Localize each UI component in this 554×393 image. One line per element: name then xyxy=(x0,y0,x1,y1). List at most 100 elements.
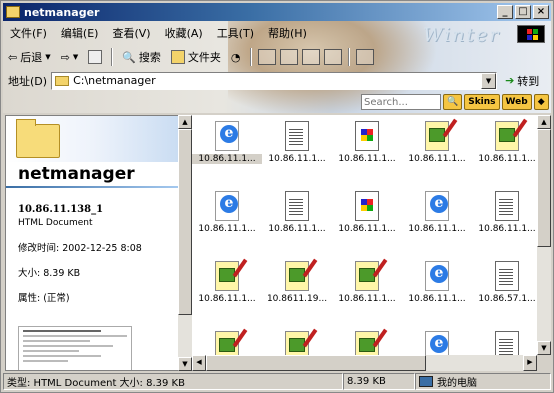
ie-html-icon xyxy=(215,191,239,221)
web-view-panel: netmanager 10.86.11.138_1 HTML Document … xyxy=(5,115,179,371)
file-item[interactable]: 10.86.11.1... xyxy=(192,257,262,315)
menu-file[interactable]: 文件(F) xyxy=(3,25,54,41)
file-item[interactable] xyxy=(472,327,537,355)
file-item[interactable]: 10.86.11.1... xyxy=(262,187,332,245)
forward-arrow-icon: ⇨ xyxy=(60,50,70,64)
scroll-left-button[interactable]: ◀ xyxy=(192,355,206,371)
menu-favorites[interactable]: 收藏(A) xyxy=(158,25,210,41)
file-item-label: 10.86.11.1... xyxy=(478,224,536,234)
file-item[interactable] xyxy=(402,327,472,355)
file-list-view: 10.86.11.1... 10.86.11.1... 10.86.11.1... 1… xyxy=(192,115,537,355)
scroll-right-button[interactable]: ▶ xyxy=(523,355,537,371)
address-dropdown-button[interactable]: ▼ xyxy=(481,72,497,89)
back-button[interactable]: ⇦ 后退 ▼ xyxy=(5,47,54,67)
file-item[interactable] xyxy=(332,327,402,355)
certificate-icon xyxy=(495,121,519,151)
large-folder-icon xyxy=(16,119,60,158)
status-zone-label: 我的电脑 xyxy=(437,378,477,389)
file-item[interactable]: 10.86.11.1... xyxy=(332,117,402,175)
toolbar-separator xyxy=(111,48,114,66)
winter-watermark: Winter xyxy=(423,24,501,46)
file-preview-thumbnail xyxy=(18,326,132,370)
file-item[interactable]: 10.86.11.1... xyxy=(472,117,537,175)
file-item[interactable]: 10.86.11.1... xyxy=(332,187,402,245)
menu-bar: 文件(F) 编辑(E) 查看(V) 收藏(A) 工具(T) 帮助(H) xyxy=(3,23,314,43)
file-item[interactable]: 10.86.11.1... xyxy=(192,187,262,245)
address-input[interactable]: C:\netmanager ▼ xyxy=(51,71,498,90)
file-item[interactable]: 10.86.11.1... xyxy=(402,187,472,245)
close-button[interactable]: × xyxy=(533,5,549,19)
skins-button[interactable]: Skins xyxy=(464,94,500,110)
menu-tools[interactable]: 工具(T) xyxy=(210,25,261,41)
file-item-label: 10.86.11.1... xyxy=(408,294,466,304)
file-item[interactable]: 10.86.11.1... xyxy=(472,187,537,245)
title-divider xyxy=(6,186,178,188)
menu-edit[interactable]: 编辑(E) xyxy=(54,25,106,41)
maximize-button[interactable]: □ xyxy=(515,5,531,19)
search-label: 搜索 xyxy=(138,51,161,64)
folders-button[interactable]: 文件夹 xyxy=(168,47,224,67)
copy-to-icon[interactable] xyxy=(279,49,298,65)
folders-icon xyxy=(170,50,185,64)
web-button[interactable]: Web xyxy=(501,94,532,110)
scroll-up-button[interactable]: ▲ xyxy=(537,115,551,129)
explorer-window: netmanager _ □ × Winter 文件(F) 编辑(E) 查看(V… xyxy=(0,0,554,393)
file-item-label: 10.86.57.1... xyxy=(478,294,536,304)
certificate-icon xyxy=(285,261,309,291)
windows-file-icon xyxy=(355,121,379,151)
status-zone: 我的电脑 xyxy=(415,373,551,390)
forward-button[interactable]: ⇨ ▼ xyxy=(58,47,82,67)
certificate-icon xyxy=(425,121,449,151)
file-item[interactable] xyxy=(262,327,332,355)
file-item-label: 10.86.11.1... xyxy=(198,294,256,304)
chevron-down-icon: ▼ xyxy=(72,53,79,61)
undo-icon[interactable] xyxy=(323,49,342,65)
file-item[interactable]: 10.86.57.1... xyxy=(472,257,537,315)
magnifier-icon: 🔍 xyxy=(447,97,459,107)
ie-html-icon xyxy=(425,191,449,221)
scroll-down-button[interactable]: ▼ xyxy=(178,357,192,371)
search-go-button[interactable]: 🔍 xyxy=(443,94,463,110)
file-item[interactable] xyxy=(192,327,262,355)
scroll-thumb[interactable] xyxy=(537,129,551,247)
history-button[interactable]: ◔ xyxy=(228,47,244,67)
file-item[interactable]: 10.86.11.1... xyxy=(402,117,472,175)
highlight-button[interactable]: ◆ xyxy=(533,94,549,110)
file-item[interactable]: 10.86.11.1... xyxy=(192,117,262,175)
title-bar[interactable]: netmanager _ □ × xyxy=(3,3,551,21)
file-item[interactable]: 10.86.11.1... xyxy=(262,117,332,175)
file-item-label: 10.86.11.1... xyxy=(192,154,262,164)
folders-label: 文件夹 xyxy=(187,51,221,64)
back-arrow-icon: ⇦ xyxy=(8,50,18,64)
scroll-thumb[interactable] xyxy=(178,129,192,315)
views-icon[interactable] xyxy=(355,49,374,65)
scroll-down-button[interactable]: ▼ xyxy=(537,341,551,355)
file-item-label: 10.86.11.1... xyxy=(408,224,466,234)
text-document-icon xyxy=(495,191,519,221)
ie-html-icon xyxy=(425,331,449,355)
scroll-thumb[interactable] xyxy=(206,355,426,371)
search-input[interactable] xyxy=(361,94,441,110)
search-toolbar: 🔍 Skins Web ◆ xyxy=(361,93,549,111)
search-button[interactable]: 🔍 搜索 xyxy=(119,47,164,67)
file-attributes: 属性: (正常) xyxy=(18,293,70,304)
up-folder-button[interactable] xyxy=(85,47,105,67)
file-item-label: 10.86.11.1... xyxy=(338,224,396,234)
scroll-up-button[interactable]: ▲ xyxy=(178,115,192,129)
status-size: 8.39 KB xyxy=(343,373,415,390)
menu-view[interactable]: 查看(V) xyxy=(105,25,157,41)
file-list-horizontal-scrollbar[interactable]: ◀ ▶ xyxy=(192,355,537,371)
file-item[interactable]: 10.86.11.1... xyxy=(402,257,472,315)
delete-icon[interactable] xyxy=(301,49,320,65)
file-item[interactable]: 10.8611.19... xyxy=(262,257,332,315)
chevron-down-icon: ▼ xyxy=(45,53,51,61)
menu-help[interactable]: 帮助(H) xyxy=(261,25,314,41)
minimize-button[interactable]: _ xyxy=(497,5,513,19)
file-list-vertical-scrollbar[interactable]: ▲ ▼ xyxy=(537,115,551,355)
file-item[interactable]: 10.86.11.1... xyxy=(332,257,402,315)
go-button[interactable]: ➔ 转到 xyxy=(505,73,539,89)
move-to-icon[interactable] xyxy=(257,49,276,65)
modified-date: 修改时间: 2002-12-25 8:08 xyxy=(18,243,142,254)
status-bar: 类型: HTML Document 大小: 8.39 KB 8.39 KB 我的… xyxy=(3,373,551,391)
left-panel-scrollbar[interactable]: ▲ ▼ xyxy=(178,115,192,371)
